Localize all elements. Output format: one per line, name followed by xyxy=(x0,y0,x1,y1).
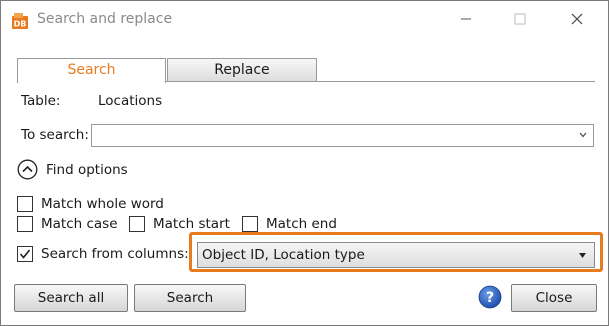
search-all-button[interactable]: Search all xyxy=(14,284,128,312)
table-value: Locations xyxy=(98,93,163,109)
match-whole-word-checkbox[interactable] xyxy=(17,196,33,212)
svg-text:DB: DB xyxy=(14,20,27,29)
dropdown-arrow-icon[interactable] xyxy=(579,253,586,258)
window-title: Search and replace xyxy=(37,11,173,27)
maximize-icon[interactable] xyxy=(510,9,530,29)
match-whole-word-label[interactable]: Match whole word xyxy=(41,196,164,212)
close-button[interactable]: Close xyxy=(511,284,597,312)
app-logo-icon: DB xyxy=(12,13,28,29)
title-bar: DB Search and replace xyxy=(1,1,608,39)
checkmark-icon xyxy=(19,249,31,259)
table-label: Table: xyxy=(21,93,61,109)
minimize-icon[interactable] xyxy=(456,9,476,29)
match-case-checkbox[interactable] xyxy=(17,216,33,232)
to-search-label: To search: xyxy=(21,127,89,143)
search-from-columns-checkbox[interactable] xyxy=(17,246,33,262)
columns-select[interactable]: Object ID, Location type xyxy=(197,242,595,268)
chevron-down-icon[interactable] xyxy=(578,130,588,140)
tab-replace[interactable]: Replace xyxy=(167,58,317,82)
find-options-label[interactable]: Find options xyxy=(46,162,128,178)
match-start-checkbox[interactable] xyxy=(129,216,145,232)
search-from-columns-label[interactable]: Search from columns: xyxy=(41,246,189,262)
collapse-find-options-icon[interactable] xyxy=(17,159,38,180)
search-input[interactable] xyxy=(92,125,562,146)
match-end-label[interactable]: Match end xyxy=(266,216,337,232)
match-end-checkbox[interactable] xyxy=(242,216,258,232)
to-search-combobox[interactable] xyxy=(91,124,594,147)
search-replace-dialog: DB Search and replace Search Replace Tab… xyxy=(0,0,609,326)
close-icon[interactable] xyxy=(567,9,587,29)
match-case-label[interactable]: Match case xyxy=(41,216,118,232)
help-icon[interactable]: ? xyxy=(478,285,502,309)
search-button[interactable]: Search xyxy=(134,284,246,312)
match-start-label[interactable]: Match start xyxy=(153,216,230,232)
svg-text:?: ? xyxy=(486,290,494,306)
columns-select-value: Object ID, Location type xyxy=(202,247,365,263)
tab-search[interactable]: Search xyxy=(17,58,166,83)
